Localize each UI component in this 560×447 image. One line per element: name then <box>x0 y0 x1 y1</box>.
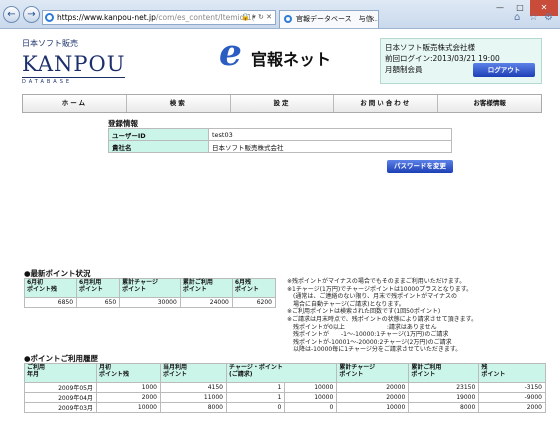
page-content: 日本ソフト販売 KANPOU DATABASE e 官報ネット 日本ソフト販売株… <box>0 30 560 447</box>
address-bar[interactable]: https://www.kanpou-net.jp/com/es_content… <box>42 10 276 25</box>
points-notes: ※残ポイントがマイナスの場合でもそのままご利用いただけます。 ※1チャージ(1万… <box>287 278 478 354</box>
favorites-star-icon[interactable]: ☆ <box>529 12 538 23</box>
history-table: ご利用 年月 月初 ポイント残 当月利用 ポイント チャージ・ポイント (ご請求… <box>24 363 546 413</box>
ie-icon <box>284 15 292 23</box>
menu-item-home[interactable]: ホーム <box>23 95 127 112</box>
gear-icon[interactable]: ⚙ <box>544 12 553 23</box>
kanpou-database-logo: 日本ソフト販売 KANPOU DATABASE <box>22 39 126 85</box>
kanpou-net-logo[interactable]: e 官報ネット <box>219 32 359 74</box>
table-row: 2009年04月 2000 11000 1 10000 20000 19000 -9000 <box>24 392 546 403</box>
menu-item-contact[interactable]: お問い合わせ <box>334 95 439 112</box>
back-arrow-icon[interactable]: ← <box>3 6 20 23</box>
table-row: 6850 650 30000 24000 6200 <box>23 297 277 308</box>
browser-tab[interactable]: 官報データベース 与信... × <box>279 10 379 28</box>
browser-toolbar: ← → https://www.kanpou-net.jp/com/es_con… <box>0 0 560 29</box>
home-icon[interactable]: ⌂ <box>514 12 520 23</box>
menu-item-search[interactable]: 検索 <box>127 95 231 112</box>
table-row: ユーザーID test03 <box>108 128 452 141</box>
ie-icon <box>45 13 54 22</box>
table-row: 2009年05月 1000 4150 1 10000 20000 23150 -3150 <box>24 382 546 393</box>
change-password-button[interactable]: パスワードを変更 <box>387 160 453 173</box>
table-row: 貴社名 日本ソフト販売株式会社 <box>108 140 452 153</box>
table-header-row: 6月初 ポイント残 6月利用 ポイント 累計チャージ ポイント 累計ご利用 ポイ… <box>23 278 277 298</box>
points-status-table: 6月初 ポイント残 6月利用 ポイント 累計チャージ ポイント 累計ご利用 ポイ… <box>23 278 277 308</box>
table-row: 2009年03月 10000 8000 0 0 10000 8000 2000 <box>24 402 546 413</box>
registration-table: ユーザーID test03 貴社名 日本ソフト販売株式会社 <box>108 128 452 153</box>
menu-item-customer-info[interactable]: お客様情報 <box>438 95 541 112</box>
user-info-box: 日本ソフト販売株式会社様 前回ログイン:2013/03/21 19:00 月額制… <box>380 38 542 84</box>
minimize-icon[interactable]: — <box>490 0 510 16</box>
forward-arrow-icon[interactable]: → <box>23 6 40 23</box>
logout-button[interactable]: ログアウト <box>473 63 535 77</box>
menu-item-settings[interactable]: 設定 <box>231 95 335 112</box>
main-menu: ホーム 検索 設定 お問い合わせ お客様情報 <box>22 94 542 113</box>
close-tab-icon[interactable]: × <box>369 11 375 27</box>
user-name: 日本ソフト販売株式会社様 <box>385 43 475 52</box>
address-controls-icon[interactable]: 🔒 ▾ ↻ ✕ <box>241 11 272 24</box>
table-header-row: ご利用 年月 月初 ポイント残 当月利用 ポイント チャージ・ポイント (ご請求… <box>24 363 546 383</box>
